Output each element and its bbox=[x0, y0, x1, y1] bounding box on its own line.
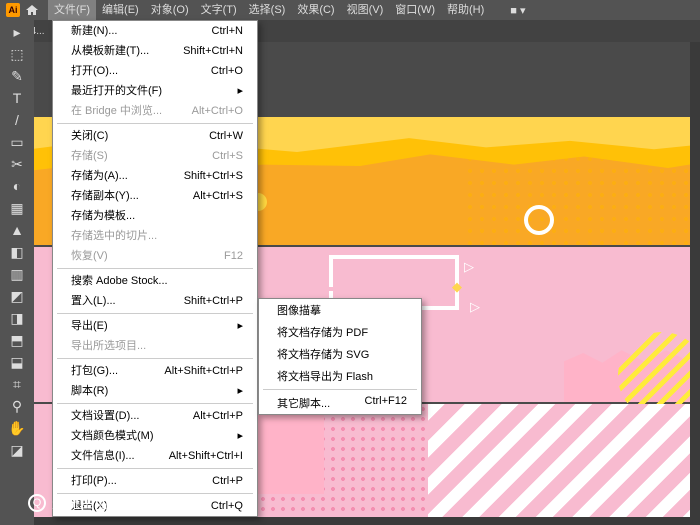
menuitem-存储为(A)...[interactable]: 存储为(A)...Shift+Ctrl+S bbox=[53, 166, 257, 186]
menuitem-将文档导出为 Flash[interactable]: 将文档导出为 Flash bbox=[259, 365, 421, 387]
menuitem-打包(G)...[interactable]: 打包(G)...Alt+Shift+Ctrl+P bbox=[53, 361, 257, 381]
menuitem-搜索 Adobe Stock...[interactable]: 搜索 Adobe Stock... bbox=[53, 271, 257, 291]
menuitem-导出所选项目...[interactable]: 导出所选项目... bbox=[53, 336, 257, 356]
menuitem-其它脚本...[interactable]: 其它脚本...Ctrl+F12 bbox=[259, 392, 421, 414]
menuitem-文档颜色模式(M)[interactable]: 文档颜色模式(M)▸ bbox=[53, 426, 257, 446]
tool-4[interactable]: / bbox=[2, 110, 32, 130]
tool-13[interactable]: ◨ bbox=[2, 308, 32, 328]
menu-视图[interactable]: 视图(V) bbox=[341, 0, 390, 20]
menuitem-在 Bridge 中浏览...[interactable]: 在 Bridge 中浏览...Alt+Ctrl+O bbox=[53, 101, 257, 121]
workspace-selector[interactable]: ■ ▾ bbox=[498, 4, 537, 17]
tool-3[interactable]: T bbox=[2, 88, 32, 108]
tool-2[interactable]: ✎ bbox=[2, 66, 32, 86]
tool-6[interactable]: ✂ bbox=[2, 154, 32, 174]
menu-帮助[interactable]: 帮助(H) bbox=[441, 0, 490, 20]
menu-窗口[interactable]: 窗口(W) bbox=[389, 0, 441, 20]
menuitem-关闭(C)[interactable]: 关闭(C)Ctrl+W bbox=[53, 126, 257, 146]
menuitem-存储副本(Y)...[interactable]: 存储副本(Y)...Alt+Ctrl+S bbox=[53, 186, 257, 206]
menuitem-打开(O)...[interactable]: 打开(O)...Ctrl+O bbox=[53, 61, 257, 81]
watermark-text: 天奇生活 bbox=[52, 493, 108, 513]
tool-11[interactable]: ▥ bbox=[2, 264, 32, 284]
tool-9[interactable]: ▲ bbox=[2, 220, 32, 240]
tool-17[interactable]: ⚲ bbox=[2, 396, 32, 416]
tool-7[interactable]: ◐ bbox=[2, 176, 32, 196]
menu-bar: Ai 文件(F)编辑(E)对象(O)文字(T)选择(S)效果(C)视图(V)窗口… bbox=[0, 0, 700, 20]
tool-0[interactable]: ▸ bbox=[2, 22, 32, 42]
menuitem-恢复(V)[interactable]: 恢复(V)F12 bbox=[53, 246, 257, 266]
menu-对象[interactable]: 对象(O) bbox=[145, 0, 195, 20]
tool-5[interactable]: ▭ bbox=[2, 132, 32, 152]
menuitem-将文档存储为 PDF[interactable]: 将文档存储为 PDF bbox=[259, 321, 421, 343]
tool-8[interactable]: ▦ bbox=[2, 198, 32, 218]
file-menu-dropdown[interactable]: 新建(N)...Ctrl+N从模板新建(T)...Shift+Ctrl+N打开(… bbox=[52, 20, 258, 517]
menuitem-打印(P)...[interactable]: 打印(P)...Ctrl+P bbox=[53, 471, 257, 491]
tool-14[interactable]: ⬒ bbox=[2, 330, 32, 350]
menuitem-存储为模板...[interactable]: 存储为模板... bbox=[53, 206, 257, 226]
tool-12[interactable]: ◩ bbox=[2, 286, 32, 306]
menu-效果[interactable]: 效果(C) bbox=[291, 0, 340, 20]
menuitem-存储选中的切片...[interactable]: 存储选中的切片... bbox=[53, 226, 257, 246]
tool-15[interactable]: ⬓ bbox=[2, 352, 32, 372]
menuitem-图像描摹[interactable]: 图像描摹 bbox=[259, 299, 421, 321]
menuitem-从模板新建(T)...[interactable]: 从模板新建(T)...Shift+Ctrl+N bbox=[53, 41, 257, 61]
menuitem-将文档存储为 SVG[interactable]: 将文档存储为 SVG bbox=[259, 343, 421, 365]
menuitem-文档设置(D)...[interactable]: 文档设置(D)...Alt+Ctrl+P bbox=[53, 406, 257, 426]
menuitem-新建(N)...[interactable]: 新建(N)...Ctrl+N bbox=[53, 21, 257, 41]
tool-1[interactable]: ⬚ bbox=[2, 44, 32, 64]
menu-编辑[interactable]: 编辑(E) bbox=[96, 0, 145, 20]
menuitem-最近打开的文件(F)[interactable]: 最近打开的文件(F)▸ bbox=[53, 81, 257, 101]
script-submenu[interactable]: 图像描摹将文档存储为 PDF将文档存储为 SVG将文档导出为 Flash 其它脚本… bbox=[258, 298, 422, 415]
menu-文件[interactable]: 文件(F) bbox=[48, 0, 96, 20]
menuitem-导出(E)[interactable]: 导出(E)▸ bbox=[53, 316, 257, 336]
watermark-icon: Q bbox=[28, 494, 46, 512]
menu-选择[interactable]: 选择(S) bbox=[243, 0, 292, 20]
tool-panel: ▸⬚✎T/▭✂◐▦▲◧▥◩◨⬒⬓⌗⚲✋◪ bbox=[0, 20, 34, 525]
menuitem-置入(L)...[interactable]: 置入(L)...Shift+Ctrl+P bbox=[53, 291, 257, 311]
tool-10[interactable]: ◧ bbox=[2, 242, 32, 262]
watermark: Q 天奇生活 bbox=[28, 493, 108, 513]
menuitem-文件信息(I)...[interactable]: 文件信息(I)...Alt+Shift+Ctrl+I bbox=[53, 446, 257, 466]
tool-19[interactable]: ◪ bbox=[2, 440, 32, 460]
app-logo-icon: Ai bbox=[6, 3, 20, 17]
menuitem-脚本(R)[interactable]: 脚本(R)▸ bbox=[53, 381, 257, 401]
home-icon[interactable] bbox=[26, 5, 38, 15]
tool-16[interactable]: ⌗ bbox=[2, 374, 32, 394]
tool-18[interactable]: ✋ bbox=[2, 418, 32, 438]
menu-文字[interactable]: 文字(T) bbox=[195, 0, 243, 20]
menuitem-存储(S)[interactable]: 存储(S)Ctrl+S bbox=[53, 146, 257, 166]
